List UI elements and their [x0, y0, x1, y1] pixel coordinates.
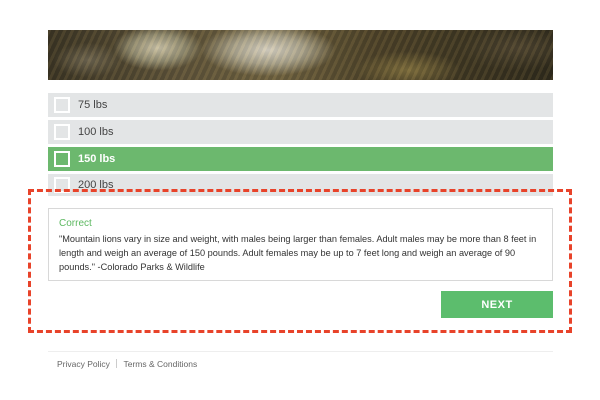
- checkbox-icon[interactable]: [54, 151, 70, 167]
- footer-divider: [116, 359, 118, 368]
- privacy-policy-link[interactable]: Privacy Policy: [57, 359, 110, 369]
- quiz-page: 75 lbs 100 lbs 150 lbs 200 lbs Correct "…: [0, 0, 600, 400]
- footer: Privacy Policy Terms & Conditions: [48, 351, 553, 369]
- answer-options: 75 lbs 100 lbs 150 lbs 200 lbs: [48, 93, 553, 199]
- answer-option[interactable]: 100 lbs: [48, 120, 553, 144]
- checkbox-icon[interactable]: [54, 97, 70, 113]
- answer-option-label: 150 lbs: [78, 153, 116, 165]
- terms-link[interactable]: Terms & Conditions: [124, 359, 198, 369]
- answer-option-label: 100 lbs: [78, 126, 114, 138]
- dashed-highlight: [28, 189, 572, 333]
- mountain-lion-photo: [48, 30, 553, 80]
- checkbox-icon[interactable]: [54, 124, 70, 140]
- answer-option-label: 75 lbs: [78, 99, 108, 111]
- answer-option[interactable]: 75 lbs: [48, 93, 553, 117]
- answer-option-selected[interactable]: 150 lbs: [48, 147, 553, 171]
